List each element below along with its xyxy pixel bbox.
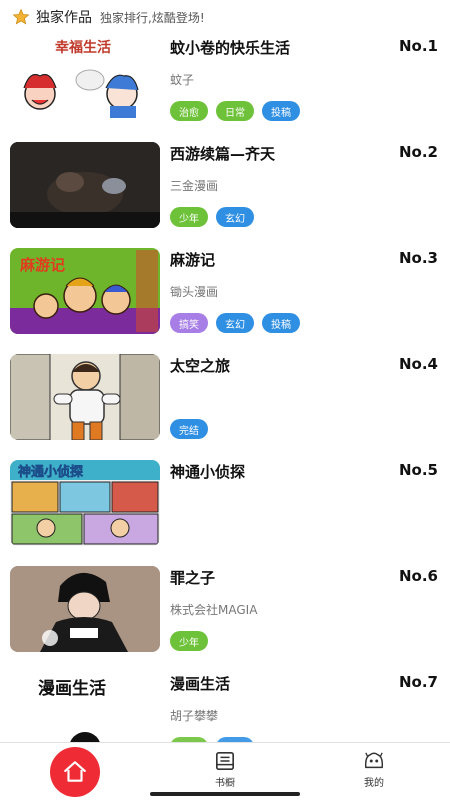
comic-title[interactable]: 西游续篇—齐天 xyxy=(170,143,275,164)
list-item[interactable]: 漫画生活 漫画生活 No.7 胡子攀攀 xyxy=(0,668,450,742)
tag-list: 少年 玄幻 xyxy=(170,207,254,227)
tag-list: 少年 xyxy=(170,631,208,651)
comic-title[interactable]: 漫画生活 xyxy=(170,673,230,694)
rank-label: No.5 xyxy=(399,461,438,479)
comic-title[interactable]: 蚊小卷的快乐生活 xyxy=(170,37,290,58)
list-item[interactable]: 麻游记 麻游记 No.3 锄头漫画 搞笑 玄幻 投稿 xyxy=(0,244,450,350)
cover-image[interactable] xyxy=(10,566,160,652)
tag: 投稿 xyxy=(262,313,300,333)
list-item[interactable]: 幸福生活 蚊小卷的快乐生活 No.1 蚊子 治愈 日常 投稿 xyxy=(0,34,450,138)
rank-label: No.1 xyxy=(399,37,438,55)
author-label: 胡子攀攀 xyxy=(170,709,219,723)
tag-list: 治愈 日常 投稿 xyxy=(170,101,300,121)
tab-label: 我的 xyxy=(364,778,384,789)
list-item[interactable]: 罪之子 No.6 株式会社MAGIA 少年 xyxy=(0,562,450,668)
tab-bookshelf[interactable]: 书橱 xyxy=(195,751,255,789)
tag: 治愈 xyxy=(170,101,208,121)
home-indicator xyxy=(150,792,300,796)
star-icon xyxy=(12,8,30,25)
comic-title[interactable]: 麻游记 xyxy=(170,249,215,270)
cover-image[interactable] xyxy=(10,142,160,228)
cover-title: 漫画生活 xyxy=(38,678,106,699)
cover-image[interactable]: 漫画生活 xyxy=(10,672,160,742)
tag-list: 搞笑 玄幻 投稿 xyxy=(170,313,300,333)
author-label: 三金漫画 xyxy=(170,179,219,193)
author-label: 株式会社MAGIA xyxy=(170,603,258,617)
tag: 玄幻 xyxy=(216,207,254,227)
tag: 日常 xyxy=(216,101,254,121)
home-icon xyxy=(64,761,86,782)
comic-title[interactable]: 太空之旅 xyxy=(170,355,230,376)
rank-label: No.2 xyxy=(399,143,438,161)
cover-image[interactable]: 神通小侦探 xyxy=(10,460,160,546)
author-label: 锄头漫画 xyxy=(170,285,219,299)
rank-label: No.4 xyxy=(399,355,438,373)
rank-label: No.3 xyxy=(399,249,438,267)
tag: 投稿 xyxy=(262,101,300,121)
rank-label: No.6 xyxy=(399,567,438,585)
list-item[interactable]: 太空之旅 No.4 完结 xyxy=(0,350,450,456)
tab-home[interactable] xyxy=(50,747,100,797)
tag: 搞笑 xyxy=(170,313,208,333)
tag: 少年 xyxy=(170,631,208,651)
tag: 完结 xyxy=(170,419,208,439)
page-title: 独家作品 xyxy=(36,10,92,26)
author-label: 蚊子 xyxy=(170,73,195,87)
tab-mine[interactable]: 我的 xyxy=(344,751,404,789)
rank-label: No.7 xyxy=(399,673,438,691)
tag-list: 完结 xyxy=(170,419,208,439)
cover-title: 麻游记 xyxy=(19,256,65,274)
comic-title[interactable]: 神通小侦探 xyxy=(170,461,245,482)
cover-image[interactable]: 麻游记 xyxy=(10,248,160,334)
cover-title: 神通小侦探 xyxy=(18,464,83,480)
tag: 少年 xyxy=(170,207,208,227)
ranking-list[interactable]: 幸福生活 蚊小卷的快乐生活 No.1 蚊子 治愈 日常 投稿 西游续篇—齐天 N… xyxy=(0,34,450,742)
tag: 玄幻 xyxy=(216,313,254,333)
tab-label: 书橱 xyxy=(215,778,235,789)
page-header: 独家作品 独家排行,炫酷登场! xyxy=(0,0,450,34)
page-subtitle: 独家排行,炫酷登场! xyxy=(100,10,205,25)
cover-title: 幸福生活 xyxy=(55,39,111,56)
bookshelf-icon xyxy=(216,752,234,770)
list-item[interactable]: 西游续篇—齐天 No.2 三金漫画 少年 玄幻 xyxy=(0,138,450,244)
cover-image[interactable] xyxy=(10,354,160,440)
profile-icon xyxy=(364,752,384,769)
comic-title[interactable]: 罪之子 xyxy=(170,567,215,588)
cover-image[interactable]: 幸福生活 xyxy=(10,34,160,118)
list-item[interactable]: 神通小侦探 神通小侦探 No.5 xyxy=(0,456,450,562)
